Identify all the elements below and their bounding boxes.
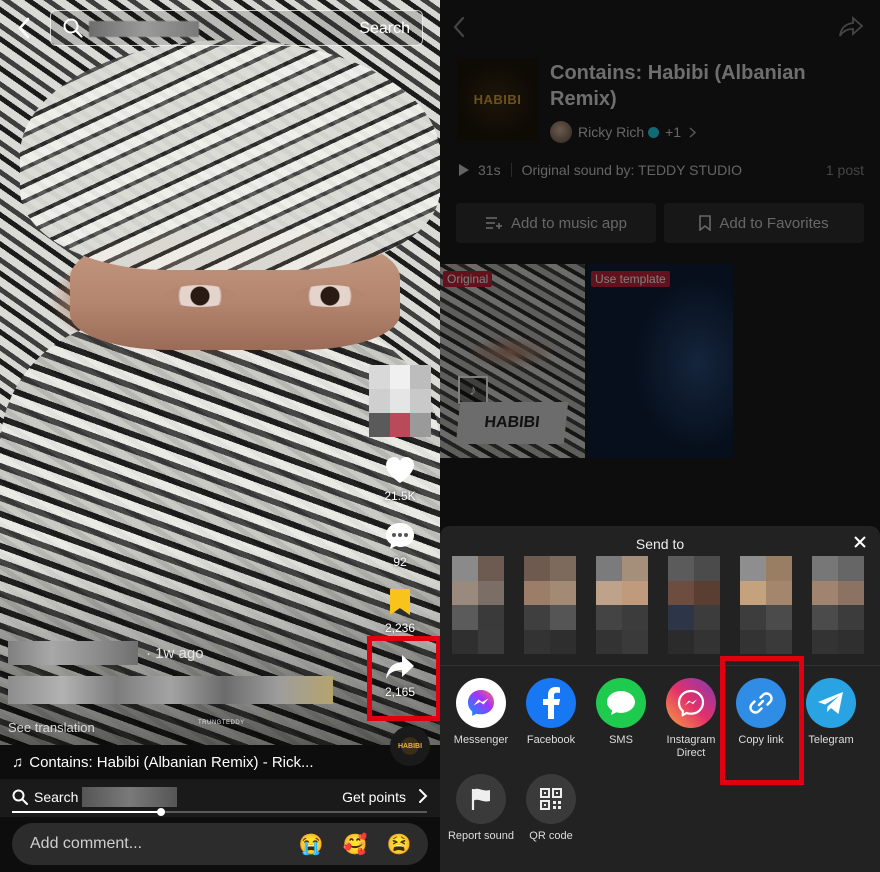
- close-icon[interactable]: [854, 536, 866, 548]
- post-time: · 1w ago: [146, 644, 204, 662]
- share-messenger-button[interactable]: Messenger: [446, 678, 516, 747]
- contact-redacted[interactable]: [668, 556, 720, 654]
- qr-code-label: QR code: [529, 830, 573, 842]
- get-points-link[interactable]: Get points: [342, 789, 406, 805]
- instagram-direct-icon: [677, 689, 705, 717]
- bottom-search-label: Search ·: [34, 789, 87, 805]
- music-bar[interactable]: ♫ Contains: Habibi (Albanian Remix) - Ri…: [0, 745, 440, 779]
- back-button[interactable]: [10, 14, 38, 42]
- contact-redacted[interactable]: [812, 556, 864, 654]
- share-button-highlight: [367, 636, 440, 721]
- creator-row: · 1w ago: [8, 640, 368, 666]
- report-sound-button[interactable]: Report sound: [446, 774, 516, 843]
- emoji-love-button[interactable]: 🥰: [340, 829, 370, 859]
- top-bar: Search: [0, 10, 440, 46]
- see-translation-link[interactable]: See translation: [8, 720, 368, 735]
- report-sound-label: Report sound: [447, 830, 515, 842]
- share-sheet-title: Send to: [635, 536, 685, 552]
- messenger-icon: [468, 690, 494, 716]
- music-title: Contains: Habibi (Albanian Remix) - Rick…: [29, 753, 314, 771]
- video-eye-right: [295, 285, 365, 307]
- video-progress-fill: [12, 811, 162, 813]
- post-caption: · 1w ago See translation: [8, 640, 368, 735]
- contact-redacted[interactable]: [740, 556, 792, 654]
- share-facebook-button[interactable]: Facebook: [516, 678, 586, 747]
- bottom-search-redacted: [82, 787, 177, 807]
- like-count: 21.5K: [384, 489, 416, 503]
- recent-contacts: [452, 556, 880, 654]
- video-player-panel: Search 21.5K 92 2,236 2,165 · 1w ago See…: [0, 0, 440, 872]
- contact-redacted[interactable]: [452, 556, 504, 654]
- facebook-icon: [543, 687, 560, 719]
- bookmark-icon: [390, 589, 410, 615]
- share-sheet: Send to Messenger Facebook SMS Instagram…: [440, 526, 880, 872]
- emoji-crying-button[interactable]: 😭: [296, 829, 326, 859]
- heart-icon: [386, 457, 414, 483]
- search-query-redacted: [89, 21, 199, 37]
- comment-icon: [386, 523, 414, 549]
- emoji-tired-button[interactable]: 😫: [384, 829, 414, 859]
- video-watermark: TRUNGTEDDY: [198, 720, 245, 726]
- search-box[interactable]: Search: [50, 10, 423, 46]
- chevron-left-icon: [18, 17, 30, 39]
- contact-redacted[interactable]: [596, 556, 648, 654]
- comment-button[interactable]: 92: [368, 521, 432, 569]
- caption-redacted: [8, 676, 333, 704]
- search-icon: [12, 789, 28, 805]
- creator-avatar[interactable]: [369, 365, 431, 437]
- telegram-icon: [818, 692, 843, 714]
- copy-link-highlight: [720, 656, 804, 785]
- favorite-button[interactable]: 2,236: [368, 587, 432, 635]
- search-icon: [63, 18, 83, 38]
- sheet-divider: [440, 665, 880, 666]
- flag-icon: [471, 788, 490, 810]
- creator-name-redacted[interactable]: [8, 641, 138, 665]
- comment-placeholder: Add comment...: [30, 835, 143, 852]
- favorite-count: 2,236: [384, 621, 416, 635]
- contact-redacted[interactable]: [524, 556, 576, 654]
- bottom-search-bar[interactable]: Search · Get points: [0, 779, 440, 817]
- qr-code-button[interactable]: QR code: [516, 774, 586, 843]
- share-telegram-label: Telegram: [808, 734, 854, 746]
- share-sms-button[interactable]: SMS: [586, 678, 656, 747]
- chevron-right-icon: [419, 789, 428, 803]
- video-scarf-upper: [20, 40, 440, 270]
- video-eye-left: [165, 285, 235, 307]
- comment-count: 92: [393, 555, 407, 569]
- comment-input[interactable]: Add comment... 😭 🥰 😫: [12, 823, 428, 865]
- like-button[interactable]: 21.5K: [368, 455, 432, 503]
- qr-code-icon: [540, 788, 562, 810]
- share-instagram-direct-label: Instagram Direct: [666, 734, 716, 759]
- search-button[interactable]: Search: [359, 20, 410, 38]
- share-sms-label: SMS: [609, 734, 633, 746]
- share-telegram-button[interactable]: Telegram: [796, 678, 866, 747]
- share-instagram-direct-button[interactable]: Instagram Direct: [656, 678, 726, 760]
- music-disc-label: HABIBI: [397, 742, 423, 750]
- sound-page-panel: HABIBI Contains: Habibi (Albanian Remix)…: [440, 0, 880, 872]
- music-note-icon: ♫: [12, 753, 24, 771]
- share-facebook-label: Facebook: [526, 734, 576, 746]
- sms-icon: [607, 691, 635, 715]
- video-progress-bar[interactable]: [12, 808, 427, 816]
- video-progress-handle[interactable]: [157, 808, 166, 816]
- music-disc[interactable]: HABIBI: [390, 726, 430, 766]
- share-messenger-label: Messenger: [453, 734, 509, 746]
